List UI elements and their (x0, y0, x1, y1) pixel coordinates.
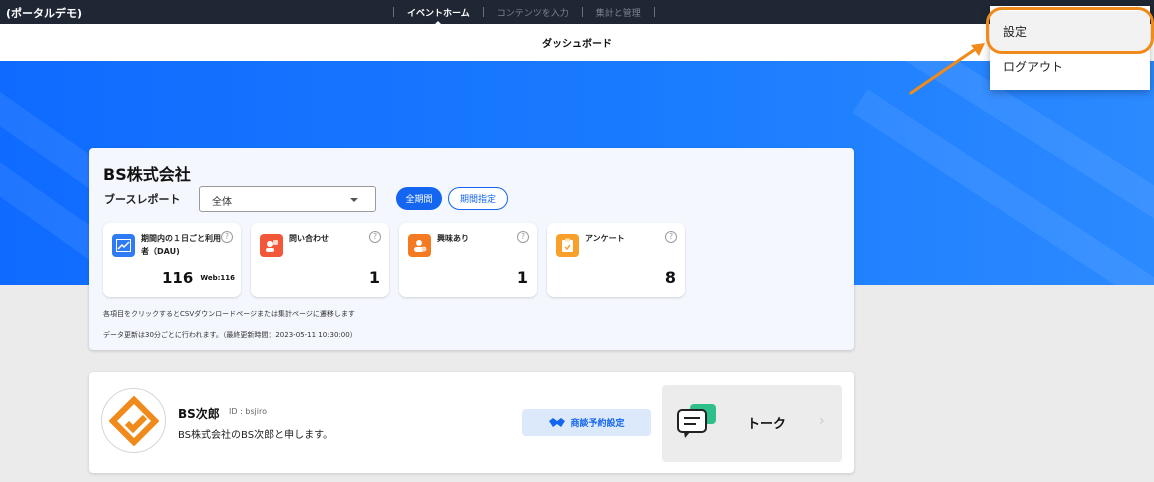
stat-card-dau[interactable]: 期間内の１日ごと利用者（DAU) ? 116 Web:116 (103, 223, 241, 297)
stat-value: 1 (516, 268, 528, 287)
stat-value: 116 (162, 269, 194, 287)
brand-logo-icon (108, 395, 159, 446)
help-icon[interactable]: ? (369, 231, 381, 243)
nav-tab-label: イベントホーム (407, 8, 470, 19)
stat-card-inquiry[interactable]: 問い合わせ ? 1 (251, 223, 389, 297)
profile-description: BS株式会社のBS次郎と申します。 (178, 430, 334, 441)
stat-label: 興味あり (437, 234, 469, 243)
top-bar: (ポータルデモ) イベントホーム コンテンツを入力 集計と管理 (0, 0, 1154, 26)
stat-card-interest[interactable]: 興味あり ? 1 (399, 223, 537, 297)
highlight-ring (986, 7, 1154, 54)
profile-id: ID : bsjiro (229, 407, 267, 416)
chevron-down-icon (350, 198, 358, 202)
stat-card-survey[interactable]: アンケート ? 8 (547, 223, 685, 297)
portal-name: (ポータルデモ) (6, 7, 83, 20)
talk-label: トーク (747, 417, 787, 432)
nav-divider (393, 7, 394, 17)
nav-tab-event-home[interactable]: イベントホーム (407, 6, 470, 26)
booth-report-label: ブースレポート (104, 193, 181, 206)
chevron-right-icon: › (819, 413, 825, 429)
clipboard-icon (556, 234, 579, 257)
booth-report-card: BS株式会社 ブースレポート 全体 全期間 期間指定 期間内の１日ごと利用者（D… (89, 148, 854, 350)
stat-value: 8 (664, 268, 676, 287)
help-icon[interactable]: ? (517, 231, 529, 243)
stat-web-value: Web:116 (200, 274, 235, 282)
nav-divider (653, 7, 655, 17)
help-icon[interactable]: ? (221, 231, 233, 243)
booth-select[interactable]: 全体 (199, 186, 376, 212)
period-all-button[interactable]: 全期間 (396, 187, 442, 210)
chart-up-icon (112, 234, 135, 257)
top-nav: イベントホーム コンテンツを入力 集計と管理 (380, 0, 668, 26)
chat-bubbles-icon (677, 404, 716, 438)
stat-label: アンケート (585, 234, 625, 243)
meeting-reservation-button[interactable]: 商談予約設定 (522, 409, 651, 436)
meeting-button-label: 商談予約設定 (570, 419, 625, 429)
handshake-icon (549, 418, 566, 427)
help-icon[interactable]: ? (665, 231, 677, 243)
talk-button[interactable]: トーク › (662, 385, 842, 462)
nav-divider (482, 7, 484, 17)
company-name: BS株式会社 (103, 165, 191, 184)
booth-select-value: 全体 (212, 197, 232, 208)
interest-icon (408, 234, 431, 257)
avatar (101, 388, 166, 453)
profile-name: BS次郎 (178, 407, 220, 421)
stat-label: 問い合わせ (289, 234, 329, 243)
update-note: データ更新は30分ごとに行われます。（最終更新時間：2023-05-11 10:… (103, 331, 357, 339)
nav-divider (581, 7, 583, 17)
stat-label: 期間内の１日ごと利用者（DAU) (141, 234, 221, 256)
period-custom-button[interactable]: 期間指定 (448, 187, 508, 210)
nav-tab-content-input[interactable]: コンテンツを入力 (497, 6, 569, 19)
inquiry-icon (260, 234, 283, 257)
stat-value: 1 (368, 268, 380, 287)
arrow-pointer-icon (909, 43, 985, 95)
nav-tab-aggregate[interactable]: 集計と管理 (596, 6, 641, 19)
profile-card: BS次郎 ID : bsjiro BS株式会社のBS次郎と申します。 商談予約設… (89, 372, 854, 473)
csv-note: 各項目をクリックするとCSVダウンロードページまたは集計ページに遷移します (103, 310, 355, 318)
